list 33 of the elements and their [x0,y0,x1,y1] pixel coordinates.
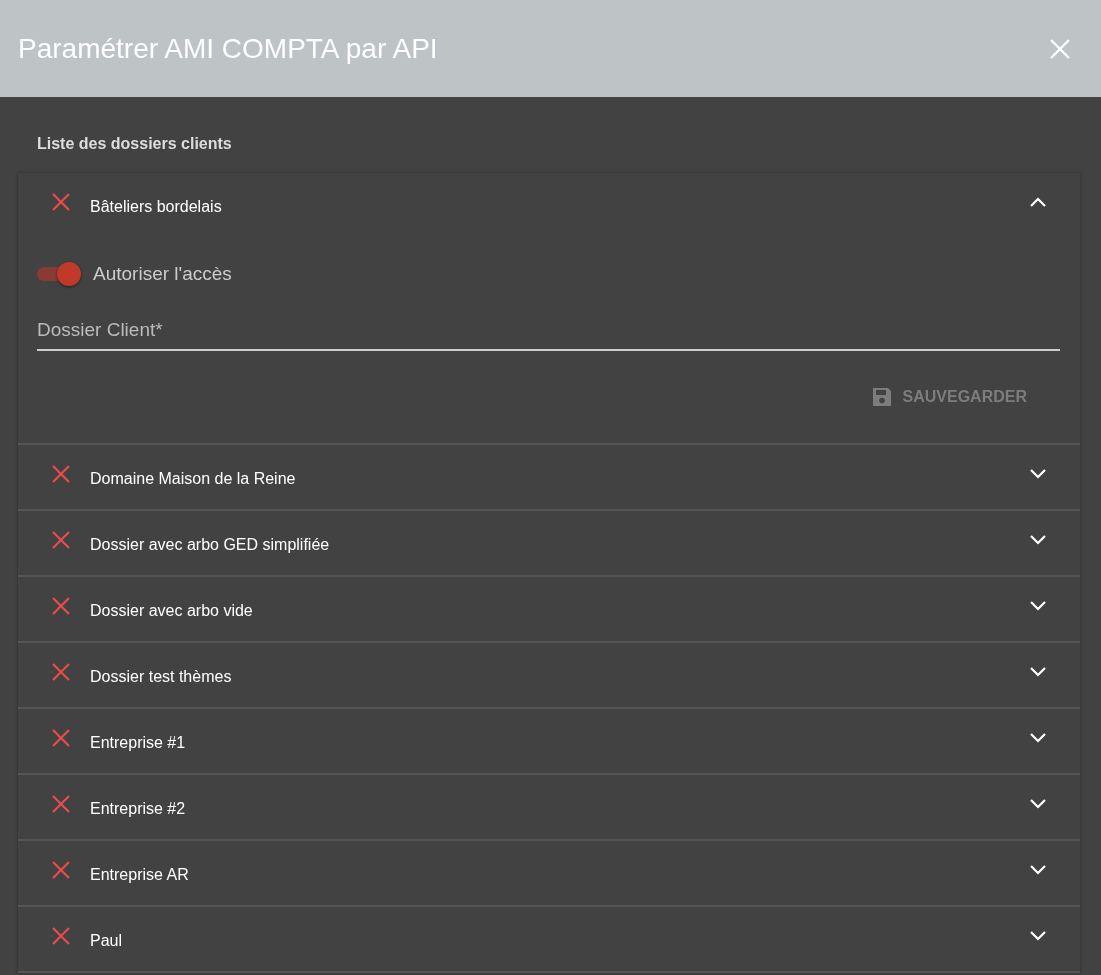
client-folder-field[interactable]: Dossier Client* [37,315,1060,351]
delete-icon[interactable] [52,531,70,549]
chevron-icon[interactable] [1030,469,1046,479]
delete-icon[interactable] [52,193,70,211]
delete-icon[interactable] [52,861,70,879]
chevron-icon[interactable] [1030,535,1046,545]
delete-icon[interactable] [52,597,70,615]
client-name[interactable]: Domaine Maison de la Reine [90,470,1030,488]
chevron-icon[interactable] [1030,733,1046,743]
delete-icon[interactable] [52,795,70,813]
chevron-icon[interactable] [1030,865,1046,875]
client-name[interactable]: Entreprise #1 [90,734,1030,752]
chevron-icon[interactable] [1030,601,1046,611]
client-name[interactable]: Dossier avec arbo GED simplifiée [90,536,1030,554]
chevron-icon[interactable] [1030,667,1046,677]
section-label: Liste des dossiers clients [37,135,232,154]
chevron-icon[interactable] [1030,931,1046,941]
client-name[interactable]: Dossier avec arbo vide [90,602,1030,620]
delete-icon[interactable] [52,729,70,747]
client-name[interactable]: Dossier test thèmes [90,668,1030,686]
dialog-title: Paramétrer AMI COMPTA par API [18,32,438,65]
client-name[interactable]: Entreprise AR [90,866,1030,884]
delete-icon[interactable] [52,663,70,681]
close-icon[interactable] [1049,37,1071,60]
toggle-label: Autoriser l'accès [93,263,232,285]
chevron-icon[interactable] [1030,799,1046,809]
client-name[interactable]: Paul [90,932,1030,950]
chevron-icon[interactable] [1030,197,1046,207]
client-name[interactable]: Bâteliers bordelais [90,198,1030,216]
access-toggle[interactable] [37,261,81,287]
delete-icon[interactable] [52,927,70,945]
client-name[interactable]: Entreprise #2 [90,800,1030,818]
delete-icon[interactable] [52,465,70,483]
